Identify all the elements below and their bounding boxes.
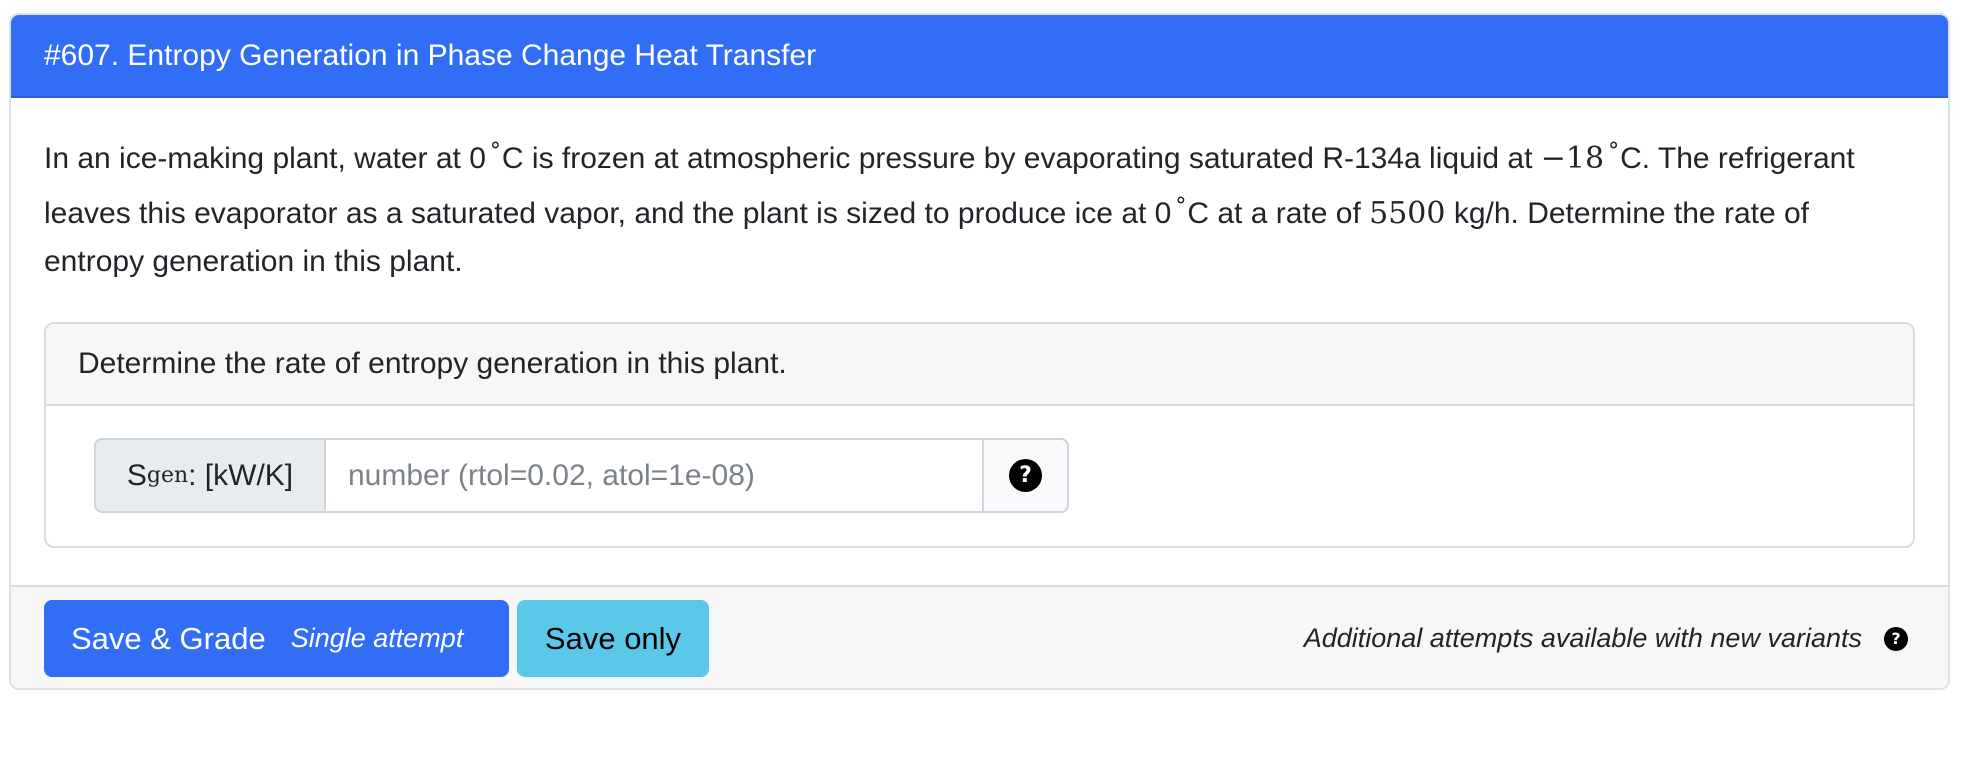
question-text-part4: C at a rate of [1187,197,1370,230]
answer-part-prompt: Determine the rate of entropy generation… [78,347,787,380]
attempts-note: Additional attempts available with new v… [1304,623,1908,654]
question-text-part1: In an ice-making plant, water at 0 [44,142,486,175]
question-footer: Save & Grade Single attempt Save only Ad… [11,585,1948,688]
question-text: In an ice-making plant, water at 0 °C is … [44,128,1915,286]
question-card: #607. Entropy Generation in Phase Change… [9,13,1950,690]
degree-symbol: ° [1608,139,1620,164]
answer-label-symbol: S [126,458,147,492]
answer-input[interactable] [324,438,984,513]
question-text-part2: C is frozen at atmospheric pressure by e… [501,142,1541,175]
degree-symbol: ° [1175,194,1187,219]
single-attempt-label: Single attempt [290,623,464,653]
question-header: #607. Entropy Generation in Phase Change… [11,15,1948,98]
answer-part-card: Determine the rate of entropy generation… [44,322,1915,548]
save-and-grade-button[interactable]: Save & Grade Single attempt [44,600,509,677]
answer-label-subscript: gen [146,463,189,488]
attempts-note-text: Additional attempts available with new v… [1303,623,1862,653]
degree-symbol: ° [489,139,501,164]
answer-part-header: Determine the rate of entropy generation… [46,324,1913,406]
question-title: #607. Entropy Generation in Phase Change… [44,38,817,72]
save-only-button[interactable]: Save only [517,600,709,677]
answer-part-body: Sgen: [kW/K] ? [46,406,1913,513]
answer-help-button[interactable]: ? [984,438,1069,513]
ice-production-rate: 5500 [1369,196,1446,231]
answer-label: Sgen: [kW/K] [94,438,324,513]
question-body: In an ice-making plant, water at 0 °C is … [11,98,1948,585]
save-and-grade-label: Save & Grade [71,620,266,656]
question-circle-icon[interactable]: ? [1884,626,1908,651]
question-circle-icon: ? [1009,459,1042,492]
answer-label-unit: : [kW/K] [188,458,294,492]
evaporator-temperature: −18 [1540,141,1605,176]
answer-input-group: Sgen: [kW/K] ? [94,438,1069,513]
